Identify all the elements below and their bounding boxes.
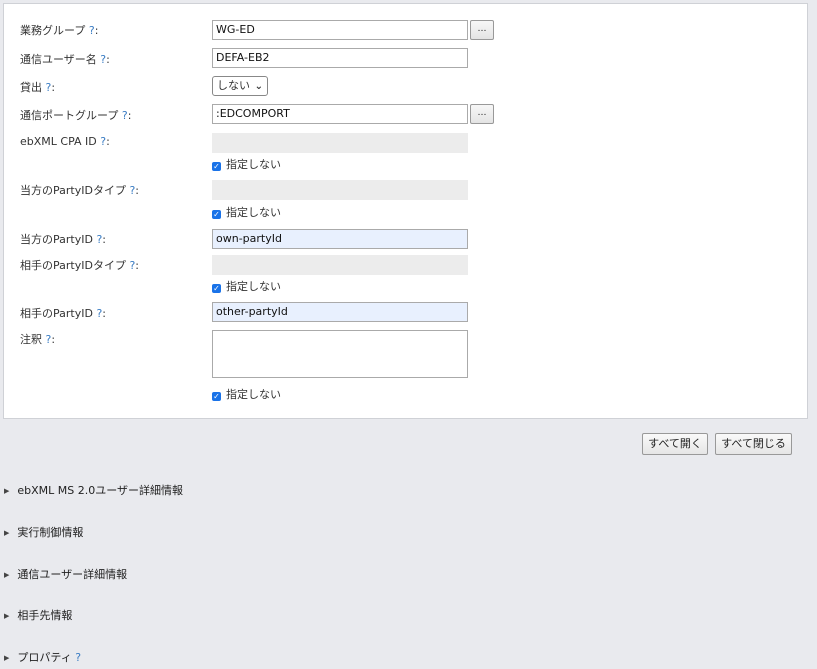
note-textarea[interactable]	[212, 330, 468, 378]
expand-triangle-icon: ▶	[4, 529, 10, 537]
lending-help-link[interactable]: ?	[46, 81, 52, 94]
lending-select[interactable]: しない ⌄	[212, 76, 268, 96]
business-group-help-link[interactable]: ?	[89, 24, 95, 37]
other-partyid-type-label-text: 相手のPartyIDタイプ	[20, 259, 126, 272]
cpa-id-unspecified-checkbox[interactable]: ✓ 指定しない	[212, 156, 281, 172]
other-partyid-type-help-link[interactable]: ?	[129, 259, 135, 272]
own-partyid-label-text: 当方のPartyID	[20, 233, 93, 246]
other-partyid-input[interactable]: other-partyId	[212, 302, 468, 322]
user-detail-form-panel: 業務グループ ?: WG-ED … 通信ユーザー名 ?: DEFA-EB2 貸出…	[3, 3, 808, 419]
cpa-id-label: ebXML CPA ID ?:	[20, 135, 110, 148]
comm-user-name-help-link[interactable]: ?	[100, 53, 106, 66]
chevron-down-icon: ⌄	[254, 81, 263, 92]
section-properties[interactable]: ▶ プロパティ ?	[4, 649, 81, 665]
other-partyid-label-text: 相手のPartyID	[20, 307, 93, 320]
business-group-browse-button[interactable]: …	[470, 20, 494, 40]
section-label: 実行制御情報	[17, 526, 84, 539]
own-partyid-type-unspecified-checkbox[interactable]: ✓ 指定しない	[212, 204, 281, 220]
comm-user-name-input[interactable]: DEFA-EB2	[212, 48, 468, 68]
expand-triangle-icon: ▶	[4, 571, 10, 579]
comm-user-name-label-text: 通信ユーザー名	[20, 53, 97, 66]
own-partyid-type-label: 当方のPartyIDタイプ ?:	[20, 184, 140, 197]
section-label: ebXML MS 2.0ユーザー詳細情報	[17, 484, 184, 497]
other-partyid-label: 相手のPartyID ?:	[20, 307, 107, 320]
checkbox-checked-icon: ✓	[212, 210, 221, 219]
expand-triangle-icon: ▶	[4, 612, 10, 620]
comm-port-group-help-link[interactable]: ?	[122, 109, 128, 122]
other-partyid-help-link[interactable]: ?	[96, 307, 102, 320]
note-label: 注釈 ?:	[20, 333, 56, 346]
lending-selected-value: しない	[217, 79, 250, 92]
section-label: プロパティ	[17, 651, 72, 664]
other-partyid-type-input[interactable]	[212, 255, 468, 275]
collapse-all-button[interactable]: すべて閉じる	[715, 433, 792, 455]
own-partyid-help-link[interactable]: ?	[96, 233, 102, 246]
own-partyid-label: 当方のPartyID ?:	[20, 233, 107, 246]
own-partyid-type-input[interactable]	[212, 180, 468, 200]
note-unspecified-text: 指定しない	[226, 388, 281, 401]
comm-port-group-browse-button[interactable]: …	[470, 104, 494, 124]
cpa-id-help-link[interactable]: ?	[100, 135, 106, 148]
checkbox-checked-icon: ✓	[212, 392, 221, 401]
expand-triangle-icon: ▶	[4, 487, 10, 495]
other-partyid-type-unspecified-checkbox[interactable]: ✓ 指定しない	[212, 278, 281, 294]
section-partner-info[interactable]: ▶ 相手先情報	[4, 607, 72, 623]
lending-label-text: 貸出	[20, 81, 42, 94]
business-group-label: 業務グループ ?:	[20, 24, 99, 37]
section-ebxml-ms-user-detail[interactable]: ▶ ebXML MS 2.0ユーザー詳細情報	[4, 482, 183, 498]
business-group-label-text: 業務グループ	[20, 24, 86, 37]
expand-triangle-icon: ▶	[4, 654, 10, 662]
other-partyid-type-label: 相手のPartyIDタイプ ?:	[20, 259, 140, 272]
checkbox-checked-icon: ✓	[212, 284, 221, 293]
comm-user-name-label: 通信ユーザー名 ?:	[20, 53, 110, 66]
note-label-text: 注釈	[20, 333, 42, 346]
section-execution-control[interactable]: ▶ 実行制御情報	[4, 524, 83, 540]
lending-label: 貸出 ?:	[20, 81, 56, 94]
own-partyid-input[interactable]: own-partyId	[212, 229, 468, 249]
other-partyid-type-unspecified-text: 指定しない	[226, 280, 281, 293]
cpa-id-input[interactable]	[212, 133, 468, 153]
section-label: 通信ユーザー詳細情報	[17, 568, 128, 581]
section-comm-user-detail[interactable]: ▶ 通信ユーザー詳細情報	[4, 566, 127, 582]
note-help-link[interactable]: ?	[46, 333, 52, 346]
cpa-id-unspecified-text: 指定しない	[226, 158, 281, 171]
own-partyid-type-unspecified-text: 指定しない	[226, 206, 281, 219]
business-group-input[interactable]: WG-ED	[212, 20, 468, 40]
own-partyid-type-help-link[interactable]: ?	[129, 184, 135, 197]
comm-port-group-input[interactable]: :EDCOMPORT	[212, 104, 468, 124]
comm-port-group-label-text: 通信ポートグループ	[20, 109, 119, 122]
cpa-id-label-text: ebXML CPA ID	[20, 135, 97, 148]
properties-help-link[interactable]: ?	[75, 651, 81, 664]
own-partyid-type-label-text: 当方のPartyIDタイプ	[20, 184, 126, 197]
section-label: 相手先情報	[17, 609, 73, 622]
comm-port-group-label: 通信ポートグループ ?:	[20, 109, 132, 122]
checkbox-checked-icon: ✓	[212, 162, 221, 171]
expand-all-button[interactable]: すべて開く	[642, 433, 708, 455]
note-unspecified-checkbox[interactable]: ✓ 指定しない	[212, 386, 281, 402]
